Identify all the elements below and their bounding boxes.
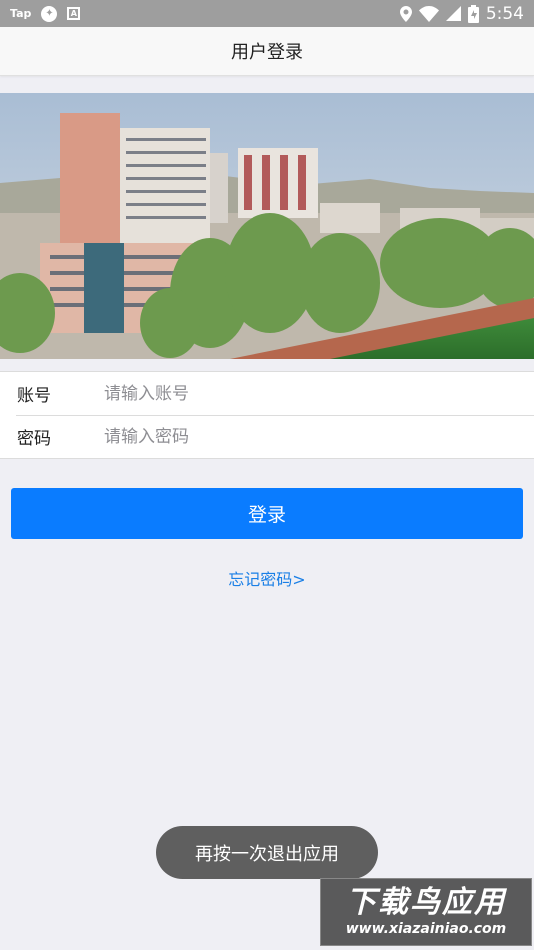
nav-bar: 用户登录 xyxy=(0,27,534,76)
watermark-title: 下载鸟应用 xyxy=(346,885,506,920)
page-title: 用户登录 xyxy=(231,42,303,63)
login-button[interactable]: 登录 xyxy=(11,488,523,539)
forgot-password-link[interactable]: 忘记密码> xyxy=(0,566,534,590)
status-left: Tap ✦ A xyxy=(10,5,81,22)
password-row: 密码 xyxy=(0,415,534,458)
status-app-label: Tap xyxy=(10,7,32,20)
password-input[interactable] xyxy=(102,425,534,448)
password-label: 密码 xyxy=(17,429,51,449)
status-right: 5:54 xyxy=(399,3,524,24)
account-input[interactable] xyxy=(102,382,534,405)
status-bar: Tap ✦ A 5:54 xyxy=(0,0,534,27)
status-time: 5:54 xyxy=(485,3,524,24)
campus-banner-image xyxy=(0,93,534,359)
location-icon xyxy=(399,5,412,22)
account-label: 账号 xyxy=(17,386,51,406)
campus-photo xyxy=(0,93,534,359)
notification-a-icon: A xyxy=(67,7,81,20)
account-row: 账号 xyxy=(0,372,534,415)
exit-toast: 再按一次退出应用 xyxy=(156,826,378,879)
login-form: 账号 密码 xyxy=(0,371,534,459)
signal-icon xyxy=(445,6,461,21)
watermark-url: www.xiazainiao.com xyxy=(345,921,507,937)
battery-icon xyxy=(467,4,479,23)
wifi-icon xyxy=(418,5,439,22)
sync-icon: ✦ xyxy=(41,5,58,22)
watermark-logo: 下载鸟应用 www.xiazainiao.com xyxy=(320,878,532,946)
